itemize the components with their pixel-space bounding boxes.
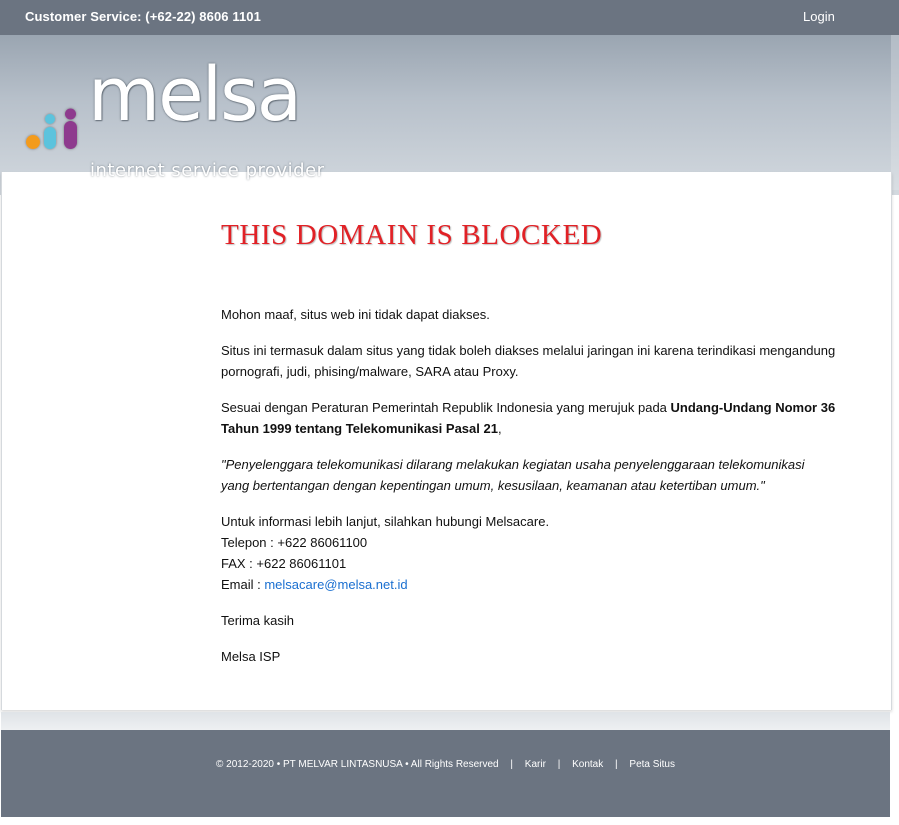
apology-text: Mohon maaf, situs web ini tidak dapat di…: [221, 307, 490, 322]
melsa-logo: melsa internet service provider: [22, 58, 325, 188]
footer: © 2012-2020 • PT MELVAR LINTASNUSA • All…: [1, 730, 890, 817]
thanks-text: Terima kasih: [221, 613, 294, 628]
footer-link-karir[interactable]: Karir: [525, 759, 546, 770]
footer-separator: |: [615, 759, 618, 770]
login-link[interactable]: Login: [803, 9, 835, 24]
phone-text: Telepon : +622 86061100: [221, 535, 368, 550]
logo-tagline: internet service provider: [90, 160, 325, 181]
footer-link-kontak[interactable]: Kontak: [572, 759, 603, 770]
top-bar: Customer Service: (+62-22) 8606 1101 Log…: [0, 0, 899, 35]
footer-separator: |: [510, 759, 514, 770]
regulation-text: Sesuai dengan Peraturan Pemerintah Repub…: [221, 397, 836, 439]
email-link[interactable]: melsacare@melsa.net.id: [264, 577, 407, 592]
main-content: THIS DOMAIN IS BLOCKED Mohon maaf, situs…: [221, 214, 836, 667]
regulation-suffix: ,: [497, 421, 502, 436]
blue-dot: [45, 114, 55, 124]
regulation-prefix: Sesuai dengan Peraturan Pemerintah Repub…: [221, 400, 671, 415]
email-line: Email : melsacare@melsa.net.id: [221, 574, 836, 595]
page-title: THIS DOMAIN IS BLOCKED: [221, 219, 603, 251]
purple-dot: [65, 108, 76, 120]
footer-divider: [1, 712, 890, 730]
contact-info-text: Untuk informasi lebih lanjut, silahkan h…: [221, 514, 550, 529]
copyright-text: © 2012-2020 • PT MELVAR LINTASNUSA • All…: [215, 759, 499, 770]
footer-separator: |: [557, 759, 561, 770]
reason-text: Situs ini termasuk dalam situs yang tida…: [221, 343, 836, 379]
email-label: Email :: [221, 577, 265, 592]
blue-bar: [44, 127, 56, 149]
footer-line: © 2012-2020 • PT MELVAR LINTASNUSA • All…: [1, 759, 890, 770]
signature-text: Melsa ISP: [221, 649, 281, 664]
law-quote: "Penyelenggara telekomunikasi dilarang m…: [221, 457, 805, 493]
header-edge: [891, 35, 899, 190]
customer-service-text: Customer Service: (+62-22) 8606 1101: [25, 9, 261, 24]
purple-bar: [64, 121, 77, 149]
logo-dots-icon: [26, 108, 77, 149]
logo-wordmark: melsa: [88, 52, 302, 138]
fax-text: FAX : +622 86061101: [221, 556, 347, 571]
footer-link-peta-situs[interactable]: Peta Situs: [629, 759, 675, 770]
orange-dot: [26, 135, 40, 149]
